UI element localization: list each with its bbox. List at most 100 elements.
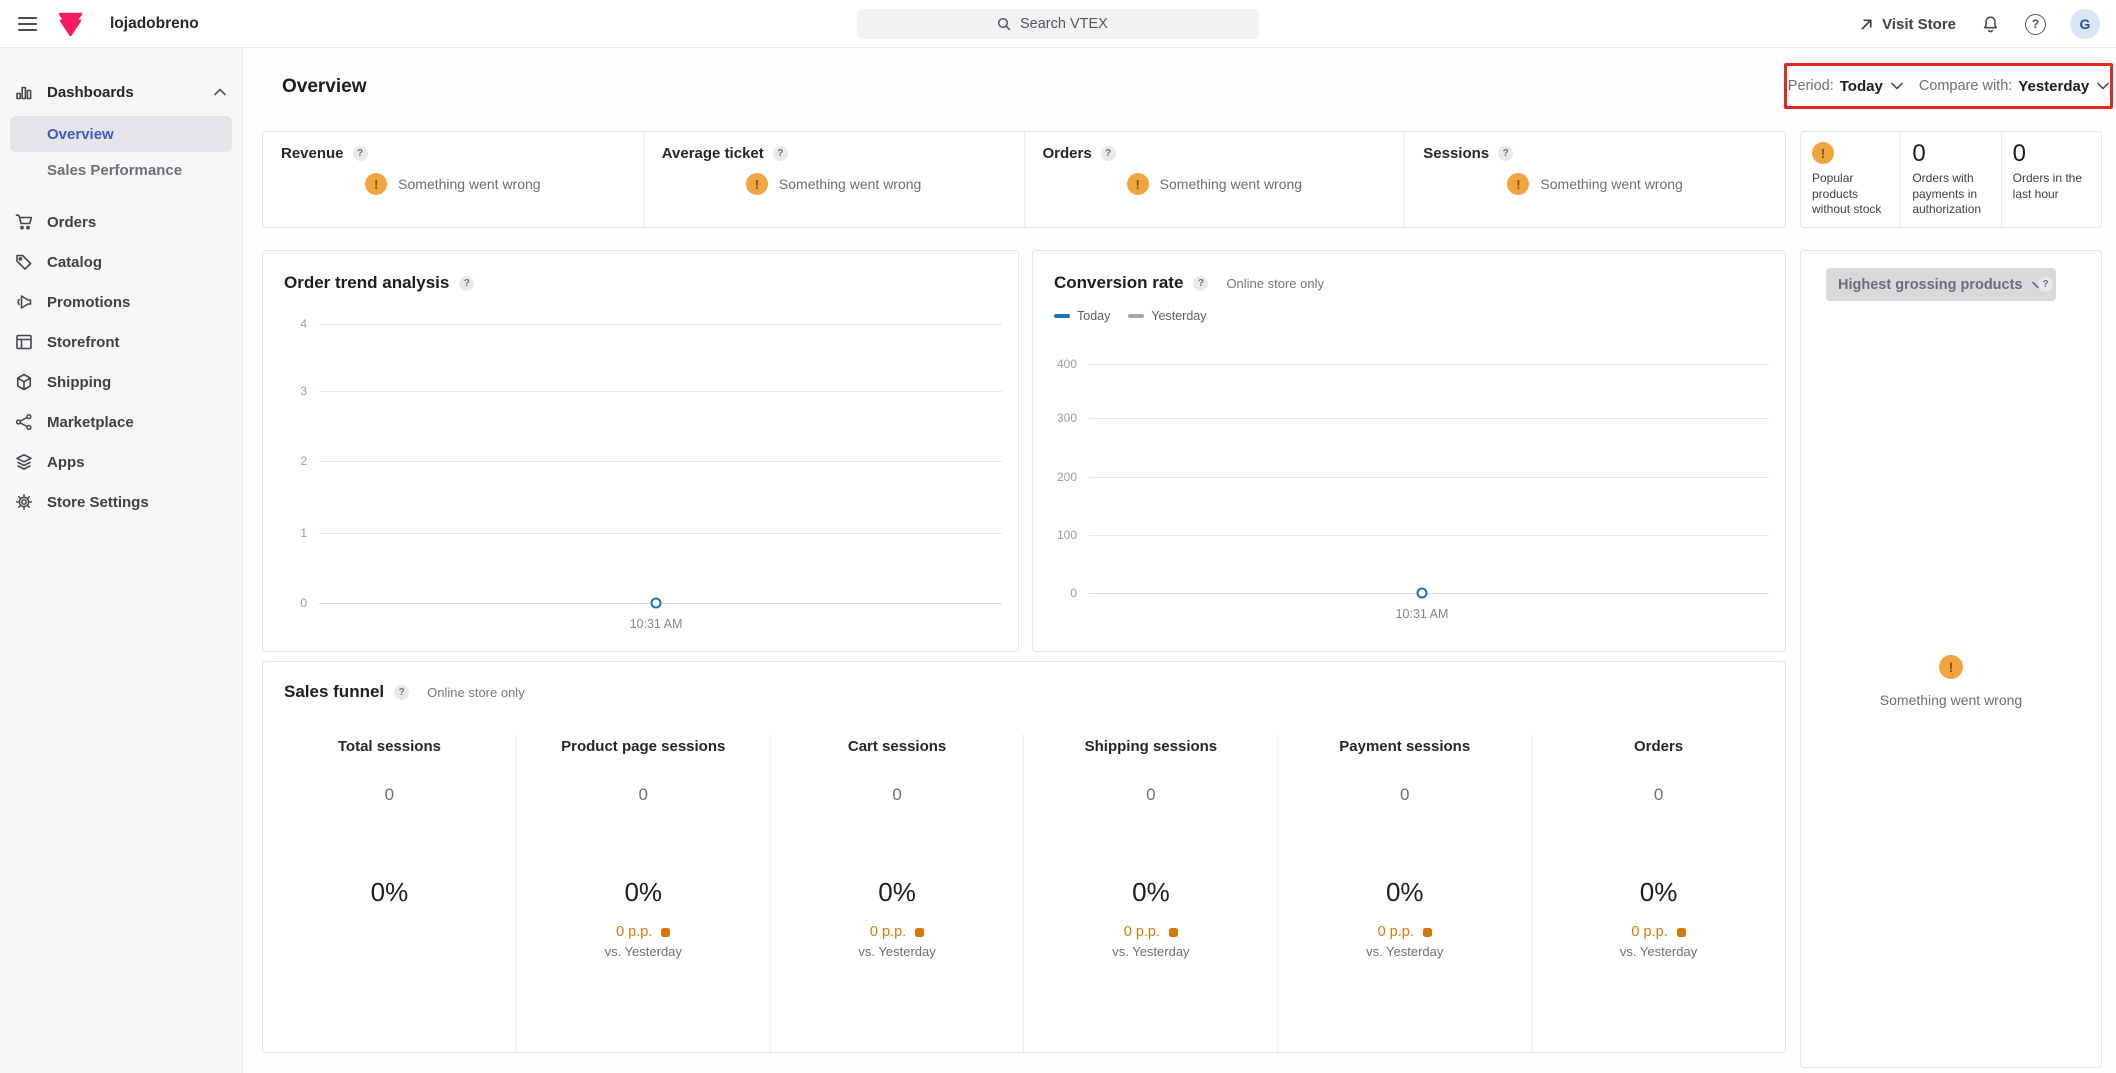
help-badge-icon[interactable]: ? [353,146,368,161]
y-tick: 0 [1033,586,1077,600]
help-badge-icon[interactable]: ? [2038,277,2053,292]
warning-icon: ! [1127,173,1149,195]
error-message: Something went wrong [779,176,921,192]
summary-label: Popular products without stock [1812,171,1889,218]
chart-title: Conversion rate [1054,273,1183,293]
sidebar-section-label: Dashboards [47,84,212,101]
sidebar-item-catalog[interactable]: Catalog [0,242,242,282]
conversion-rate-chart-card: Conversion rate ? Online store only Toda… [1032,250,1786,652]
sidebar-item-apps[interactable]: Apps [0,442,242,482]
warning-icon: ! [746,173,768,195]
sidebar-item-label: Overview [47,126,114,143]
help-badge-icon[interactable]: ? [773,146,788,161]
kpi-card-revenue: Revenue ? ! Something went wrong [263,132,643,227]
visit-store-link[interactable]: Visit Store [1859,16,1956,33]
cart-icon [14,212,34,232]
help-badge-icon[interactable]: ? [1193,276,1208,291]
funnel-col-value: 0 [1400,785,1409,805]
top-products-card: Highest grossing products ? ! Something … [1800,250,2102,1068]
sidebar-section-dashboards[interactable]: Dashboards [14,78,226,106]
tag-icon [14,252,34,272]
funnel-col-value: 0 [385,785,394,805]
x-axis-label: 10:31 AM [630,617,683,631]
gridline: 400 [1033,364,1769,365]
notifications-button[interactable] [1980,14,2001,35]
external-link-icon [1859,17,1874,32]
sidebar-item-marketplace[interactable]: Marketplace [0,402,242,442]
funnel-col-label: Cart sessions [848,738,946,755]
help-badge-icon[interactable]: ? [394,685,409,700]
sidebar-item-storefront[interactable]: Storefront [0,322,242,362]
help-badge-icon[interactable]: ? [1101,146,1116,161]
funnel-col-percent: 0% [1386,877,1424,908]
summary-label: Orders in the last hour [2013,171,2090,202]
sidebar-item-promotions[interactable]: Promotions [0,282,242,322]
warning-icon: ! [1507,173,1529,195]
funnel-col-label: Shipping sessions [1085,738,1218,755]
delta-dot-icon [661,928,670,937]
funnel-vs-label: vs. Yesterday [1112,944,1189,959]
sidebar-item-sales-performance[interactable]: Sales Performance [10,152,232,188]
legend-item-yesterday[interactable]: Yesterday [1128,309,1206,323]
y-tick: 400 [1033,357,1077,371]
error-message: Something went wrong [1160,176,1302,192]
gridline: 1 [263,533,1002,534]
summary-card: ! Popular products without stock 0 Order… [1800,131,2102,228]
avatar-initial: G [2080,16,2091,32]
menu-icon[interactable] [16,13,39,36]
funnel-vs-label: vs. Yesterday [1620,944,1697,959]
funnel-col-label: Total sessions [338,738,441,755]
chart-title: Order trend analysis [284,273,449,293]
funnel-col-value: 0 [639,785,648,805]
funnel-col-label: Payment sessions [1339,738,1470,755]
kpi-card-sessions: Sessions ? ! Something went wrong [1404,132,1785,227]
gear-icon [14,492,34,512]
global-search[interactable] [857,9,1259,39]
warning-icon: ! [1939,655,1963,679]
vtex-logo-icon[interactable] [57,12,84,37]
warning-icon: ! [1812,142,1834,164]
data-point[interactable] [651,598,662,609]
error-message: Something went wrong [1880,692,2022,708]
search-input[interactable] [1020,16,1120,32]
sidebar-item-shipping[interactable]: Shipping [0,362,242,402]
sidebar-item-store-settings[interactable]: Store Settings [0,482,242,522]
y-tick: 1 [263,526,307,540]
data-point[interactable] [1417,588,1428,599]
kpi-label: Revenue [281,145,344,162]
avatar[interactable]: G [2070,9,2100,39]
legend-label: Yesterday [1151,309,1206,323]
kpi-label: Average ticket [662,145,764,162]
compare-with-select[interactable]: Compare with: Yesterday [1919,78,2109,95]
help-badge-icon[interactable]: ? [1498,146,1513,161]
layers-icon [14,452,34,472]
sidebar-item-label: Catalog [47,254,102,271]
error-message: Something went wrong [1540,176,1682,192]
delta-dot-icon [1169,928,1178,937]
sidebar-item-orders[interactable]: Orders [0,202,242,242]
funnel-col-cart-sessions: Cart sessions 0 0% 0 p.p. vs. Yesterday [770,734,1024,1052]
sidebar-item-overview[interactable]: Overview [10,116,232,152]
summary-popular-products: ! Popular products without stock [1801,132,1900,227]
y-tick: 300 [1033,411,1077,425]
period-select[interactable]: Period: Today [1788,78,1903,95]
products-metric-dropdown[interactable]: Highest grossing products [1826,268,2056,301]
topbar: lojadobreno Visit Store ? [0,0,2116,48]
help-button[interactable]: ? [2025,14,2046,35]
y-tick: 4 [263,317,307,331]
y-tick: 2 [263,454,307,468]
share-icon [14,412,34,432]
funnel-col-orders: Orders 0 0% 0 p.p. vs. Yesterday [1531,734,1785,1052]
legend-item-today[interactable]: Today [1054,309,1110,323]
help-badge-icon[interactable]: ? [459,276,474,291]
period-label: Period: [1788,78,1834,94]
funnel-col-total-sessions: Total sessions 0 0% [263,734,516,1052]
funnel-columns: Total sessions 0 0% Product page session… [263,734,1785,1052]
funnel-col-label: Orders [1634,738,1683,755]
compare-label: Compare with: [1919,78,2012,94]
sales-funnel-card: Sales funnel ? Online store only Total s… [262,661,1786,1053]
online-store-only-note: Online store only [1226,276,1324,291]
chevron-down-icon [1891,82,1903,90]
chevron-down-icon [2097,82,2109,90]
funnel-col-value: 0 [892,785,901,805]
